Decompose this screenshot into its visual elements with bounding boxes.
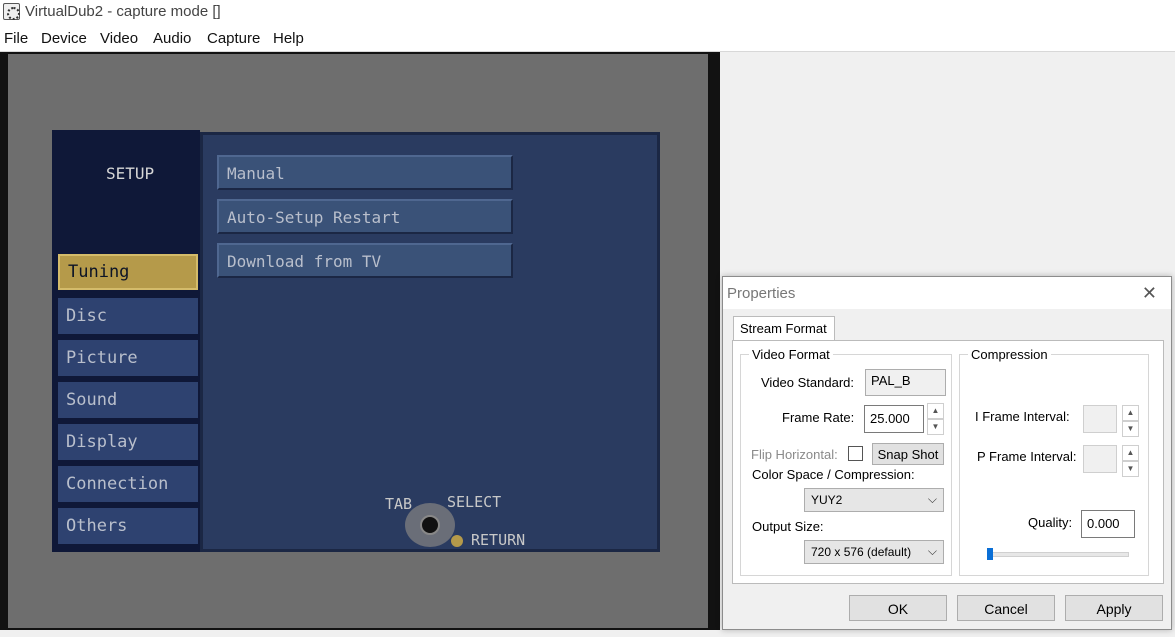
- nav-return-label: RETURN: [471, 531, 526, 549]
- i-frame-down-button: ▼: [1122, 421, 1139, 437]
- color-space-value: YUY2: [811, 493, 843, 507]
- nav-center-icon: [420, 515, 440, 535]
- osd-navigation-hint: TAB SELECT RETURN: [379, 493, 529, 551]
- close-icon[interactable]: ✕: [1142, 283, 1157, 304]
- quality-slider-track[interactable]: [987, 552, 1129, 557]
- frame-rate-down-button[interactable]: ▼: [927, 419, 944, 435]
- cancel-button[interactable]: Cancel: [957, 595, 1055, 621]
- menu-capture[interactable]: Capture: [207, 30, 260, 47]
- tab-stream-format[interactable]: Stream Format: [733, 316, 835, 341]
- dialog-title: Properties: [727, 285, 796, 302]
- frame-rate-label: Frame Rate:: [782, 410, 855, 425]
- setup-tab-tuning: Tuning: [58, 254, 198, 290]
- video-preview: SETUP Tuning Disc Picture Sound Display …: [0, 52, 720, 630]
- compression-group: Compression I Frame Interval: ▲ ▼ P Fram…: [959, 347, 1149, 576]
- output-size-value: 720 x 576 (default): [811, 545, 912, 559]
- i-frame-up-button: ▲: [1122, 405, 1139, 421]
- properties-dialog: Properties ✕ Stream Format Video Format …: [722, 276, 1172, 630]
- p-frame-interval-label: P Frame Interval:: [977, 449, 1077, 464]
- p-frame-up-button: ▲: [1122, 445, 1139, 461]
- setup-option-download-from-tv: Download from TV: [217, 243, 513, 278]
- ok-button[interactable]: OK: [849, 595, 947, 621]
- app-icon[interactable]: [3, 3, 20, 20]
- setup-tab-picture: Picture: [58, 340, 198, 376]
- title-bar: VirtualDub2 - capture mode []: [0, 0, 1175, 26]
- setup-options-panel: Manual Auto-Setup Restart Download from …: [200, 132, 660, 552]
- nav-tab-label: TAB: [385, 495, 413, 513]
- color-space-label: Color Space / Compression:: [752, 467, 915, 482]
- output-size-label: Output Size:: [752, 519, 824, 534]
- i-frame-interval-input: [1083, 405, 1117, 433]
- menu-video[interactable]: Video: [100, 30, 138, 47]
- stream-format-panel: Video Format Video Standard: PAL_B Frame…: [732, 340, 1164, 584]
- flip-horizontal-label: Flip Horizontal:: [751, 447, 838, 462]
- dialog-title-bar: Properties ✕: [723, 277, 1171, 309]
- setup-tab-connection: Connection: [58, 466, 198, 502]
- menu-bar: File Device Video Audio Capture Help: [0, 26, 1175, 51]
- setup-option-auto-setup-restart: Auto-Setup Restart: [217, 199, 513, 234]
- menu-file[interactable]: File: [4, 30, 28, 47]
- flip-horizontal-checkbox[interactable]: [848, 446, 863, 461]
- apply-button[interactable]: Apply: [1065, 595, 1163, 621]
- video-format-group: Video Format Video Standard: PAL_B Frame…: [740, 347, 952, 576]
- frame-rate-input[interactable]: 25.000: [864, 405, 924, 433]
- quality-slider-thumb[interactable]: [987, 548, 993, 560]
- video-frame: SETUP Tuning Disc Picture Sound Display …: [8, 54, 708, 628]
- output-size-select[interactable]: 720 x 576 (default) ⌵: [804, 540, 944, 564]
- setup-tab-display: Display: [58, 424, 198, 460]
- tv-setup-menu: SETUP Tuning Disc Picture Sound Display …: [52, 130, 660, 552]
- quality-label: Quality:: [1028, 515, 1073, 530]
- p-frame-interval-input: [1083, 445, 1117, 473]
- menu-device[interactable]: Device: [41, 30, 87, 47]
- setup-title: SETUP: [106, 164, 155, 183]
- setup-tab-others: Others: [58, 508, 198, 544]
- menu-help[interactable]: Help: [273, 30, 304, 47]
- color-space-select[interactable]: YUY2 ⌵: [804, 488, 944, 512]
- setup-sidebar: SETUP Tuning Disc Picture Sound Display …: [52, 130, 200, 552]
- quality-input[interactable]: 0.000: [1081, 510, 1135, 538]
- video-standard-label: Video Standard:: [761, 375, 854, 390]
- snap-shot-button[interactable]: Snap Shot: [872, 443, 944, 465]
- return-dot-icon: [451, 535, 463, 547]
- chevron-down-icon: ⌵: [927, 492, 937, 506]
- video-format-label: Video Format: [749, 347, 833, 362]
- setup-option-manual: Manual: [217, 155, 513, 190]
- video-standard-field: PAL_B: [865, 369, 946, 396]
- setup-tab-disc: Disc: [58, 298, 198, 334]
- frame-rate-up-button[interactable]: ▲: [927, 403, 944, 419]
- chevron-down-icon: ⌵: [927, 544, 937, 558]
- menu-audio[interactable]: Audio: [153, 30, 191, 47]
- nav-select-label: SELECT: [447, 493, 502, 511]
- p-frame-down-button: ▼: [1122, 461, 1139, 477]
- window-title: VirtualDub2 - capture mode []: [25, 3, 221, 20]
- compression-label: Compression: [968, 347, 1051, 362]
- i-frame-interval-label: I Frame Interval:: [975, 409, 1070, 424]
- setup-tab-sound: Sound: [58, 382, 198, 418]
